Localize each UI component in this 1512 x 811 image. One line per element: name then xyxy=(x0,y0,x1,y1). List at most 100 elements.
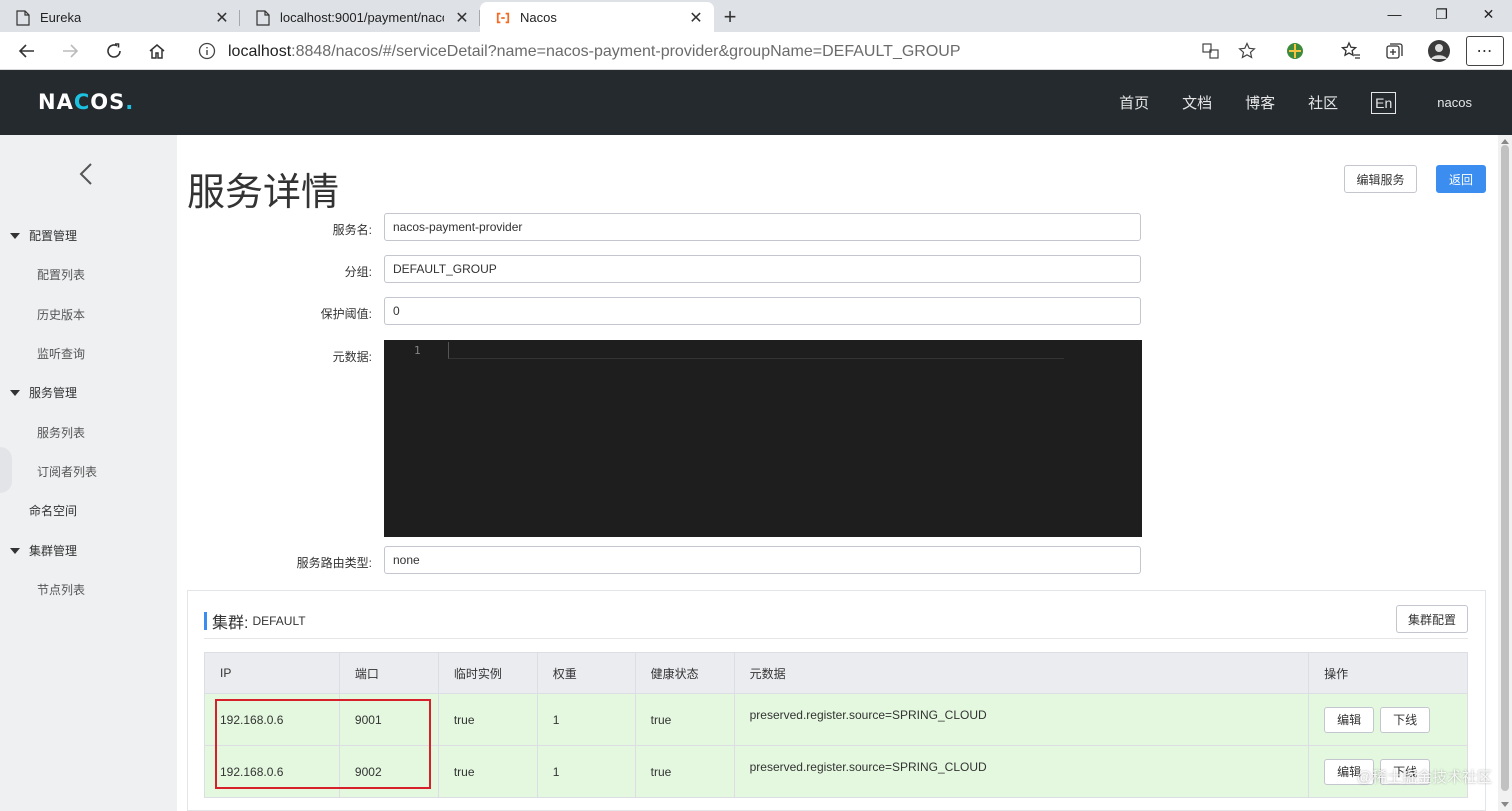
favorite-star-icon[interactable] xyxy=(1238,42,1256,60)
forward-arrow-icon[interactable] xyxy=(55,36,85,66)
cell-ephemeral: true xyxy=(437,693,538,746)
browser-tab-eureka[interactable]: Eureka ✕ xyxy=(0,2,240,32)
nav-link-community[interactable]: 社区 xyxy=(1308,92,1338,113)
avatar[interactable] xyxy=(1426,38,1452,64)
cell-healthy: true xyxy=(634,745,735,798)
cell-healthy: true xyxy=(634,693,735,746)
metadata-label: 元数据: xyxy=(332,350,372,364)
sidebar-toggle-handle[interactable] xyxy=(0,447,12,493)
cluster-divider xyxy=(204,638,1468,639)
column-header-actions: 操作 xyxy=(1308,652,1468,694)
minimize-icon[interactable]: — xyxy=(1371,0,1418,28)
sidebar-item-service-list[interactable]: 服务列表 xyxy=(37,424,85,441)
close-icon[interactable]: ✕ xyxy=(214,8,230,28)
service-name-field[interactable]: nacos-payment-provider xyxy=(384,213,1141,241)
browser-tab-payment[interactable]: localhost:9001/payment/nacos/1 ✕ xyxy=(240,2,480,32)
cluster-accent-bar xyxy=(204,612,207,630)
cell-metadata: preserved.register.source=SPRING_CLOUD xyxy=(733,745,1310,798)
selector-type-label: 服务路由类型: xyxy=(296,556,372,570)
sidebar-item-history[interactable]: 历史版本 xyxy=(37,306,85,323)
offline-instance-button[interactable]: 下线 xyxy=(1380,706,1431,733)
edit-service-button[interactable]: 编辑服务 xyxy=(1344,165,1417,193)
top-nav: 首页 文档 博客 社区 En nacos xyxy=(1119,70,1512,135)
group-label: 分组: xyxy=(344,265,372,279)
sidebar-group-service[interactable]: 服务管理 xyxy=(0,384,77,401)
browser-tab-nacos[interactable]: Nacos ✕ xyxy=(480,2,714,32)
chevron-left-icon[interactable] xyxy=(77,162,95,186)
address-bar[interactable]: localhost:8848/nacos/#/serviceDetail?nam… xyxy=(186,35,1266,67)
column-header-ephemeral: 临时实例 xyxy=(437,652,538,694)
close-icon[interactable]: ✕ xyxy=(688,8,704,28)
sidebar-group-cluster[interactable]: 集群管理 xyxy=(0,542,77,559)
nav-link-home[interactable]: 首页 xyxy=(1119,92,1149,113)
annotation-highlight-box xyxy=(215,699,431,789)
cell-ephemeral: true xyxy=(437,745,538,798)
user-name[interactable]: nacos xyxy=(1437,95,1472,110)
restore-icon[interactable]: ❐ xyxy=(1418,0,1465,28)
back-button[interactable]: 返回 xyxy=(1436,165,1486,193)
language-switch-button[interactable]: En xyxy=(1371,91,1397,114)
cluster-config-button[interactable]: 集群配置 xyxy=(1396,605,1468,633)
cluster-header: 集群: DEFAULT xyxy=(204,609,306,633)
nav-link-blog[interactable]: 博客 xyxy=(1245,92,1275,113)
close-icon[interactable]: ✕ xyxy=(454,8,470,28)
home-icon[interactable] xyxy=(142,36,172,66)
watermark: @稀土掘金技术社区 xyxy=(1356,769,1492,786)
sidebar-item-node-list[interactable]: 节点列表 xyxy=(37,581,85,598)
app-header: NACOS. 首页 文档 博客 社区 En nacos xyxy=(0,70,1512,135)
edit-instance-button[interactable]: 编辑 xyxy=(1324,706,1375,733)
service-name-label: 服务名: xyxy=(332,223,372,237)
editor-line-number: 1 xyxy=(414,344,421,357)
scroll-down-icon[interactable] xyxy=(1501,802,1509,807)
refresh-icon[interactable] xyxy=(99,36,129,66)
group-field[interactable]: DEFAULT_GROUP xyxy=(384,255,1141,283)
column-header-metadata: 元数据 xyxy=(733,652,1310,694)
browser-tab-bar: Eureka ✕ localhost:9001/payment/nacos/1 … xyxy=(0,0,1512,32)
page-title: 服务详情 xyxy=(187,172,340,214)
metadata-editor[interactable]: 1 xyxy=(384,340,1142,537)
sidebar-item-config-list[interactable]: 配置列表 xyxy=(37,266,85,283)
column-header-port: 端口 xyxy=(338,652,439,694)
back-arrow-icon[interactable] xyxy=(12,36,42,66)
editor-current-line xyxy=(448,342,1064,359)
info-icon[interactable] xyxy=(198,42,216,60)
caret-down-icon xyxy=(10,547,20,554)
threshold-field[interactable]: 0 xyxy=(384,297,1141,325)
scrollbar-thumb[interactable] xyxy=(1501,145,1509,791)
nacos-favicon-icon xyxy=(496,12,510,24)
extension-icon[interactable] xyxy=(1282,38,1308,64)
sidebar-item-namespace[interactable]: 命名空间 xyxy=(29,502,77,519)
sidebar-item-listener-query[interactable]: 监听查询 xyxy=(37,345,85,362)
caret-down-icon xyxy=(10,232,20,239)
cell-weight: 1 xyxy=(536,745,636,798)
page-scrollbar[interactable] xyxy=(1498,135,1512,811)
page-icon xyxy=(16,10,30,26)
translate-icon[interactable] xyxy=(1202,42,1220,60)
cell-metadata: preserved.register.source=SPRING_CLOUD xyxy=(733,693,1310,746)
sidebar-group-config[interactable]: 配置管理 xyxy=(0,227,77,244)
nacos-logo[interactable]: NACOS. xyxy=(38,90,134,114)
browser-toolbar: localhost:8848/nacos/#/serviceDetail?nam… xyxy=(0,32,1512,70)
collections-icon[interactable] xyxy=(1381,38,1407,64)
url-text[interactable]: localhost:8848/nacos/#/serviceDetail?nam… xyxy=(228,43,961,61)
caret-down-icon xyxy=(10,389,20,396)
cell-weight: 1 xyxy=(536,693,636,746)
scroll-up-icon[interactable] xyxy=(1501,139,1509,144)
page-icon xyxy=(256,10,270,26)
window-controls: — ❐ ✕ xyxy=(1371,0,1512,28)
column-header-weight: 权重 xyxy=(536,652,636,694)
more-options-icon[interactable]: ⋯ xyxy=(1466,36,1504,66)
selector-type-field[interactable]: none xyxy=(384,546,1141,574)
column-header-ip: IP xyxy=(204,652,340,694)
tab-title: localhost:9001/payment/nacos/1 xyxy=(280,9,444,25)
close-window-icon[interactable]: ✕ xyxy=(1465,0,1512,28)
nav-link-docs[interactable]: 文档 xyxy=(1182,92,1212,113)
new-tab-plus-icon[interactable]: + xyxy=(714,2,746,32)
favorites-icon[interactable] xyxy=(1338,38,1364,64)
tab-title: Nacos xyxy=(520,9,557,25)
sidebar-item-subscribers[interactable]: 订阅者列表 xyxy=(37,463,97,480)
cell-actions: 编辑 下线 xyxy=(1308,693,1468,746)
table-header-row: IP 端口 临时实例 权重 健康状态 元数据 操作 xyxy=(204,652,1468,694)
sidebar: 配置管理 配置列表 历史版本 监听查询 服务管理 服务列表 订阅者列表 命名空间… xyxy=(0,135,177,811)
threshold-label: 保护阈值: xyxy=(320,307,372,321)
